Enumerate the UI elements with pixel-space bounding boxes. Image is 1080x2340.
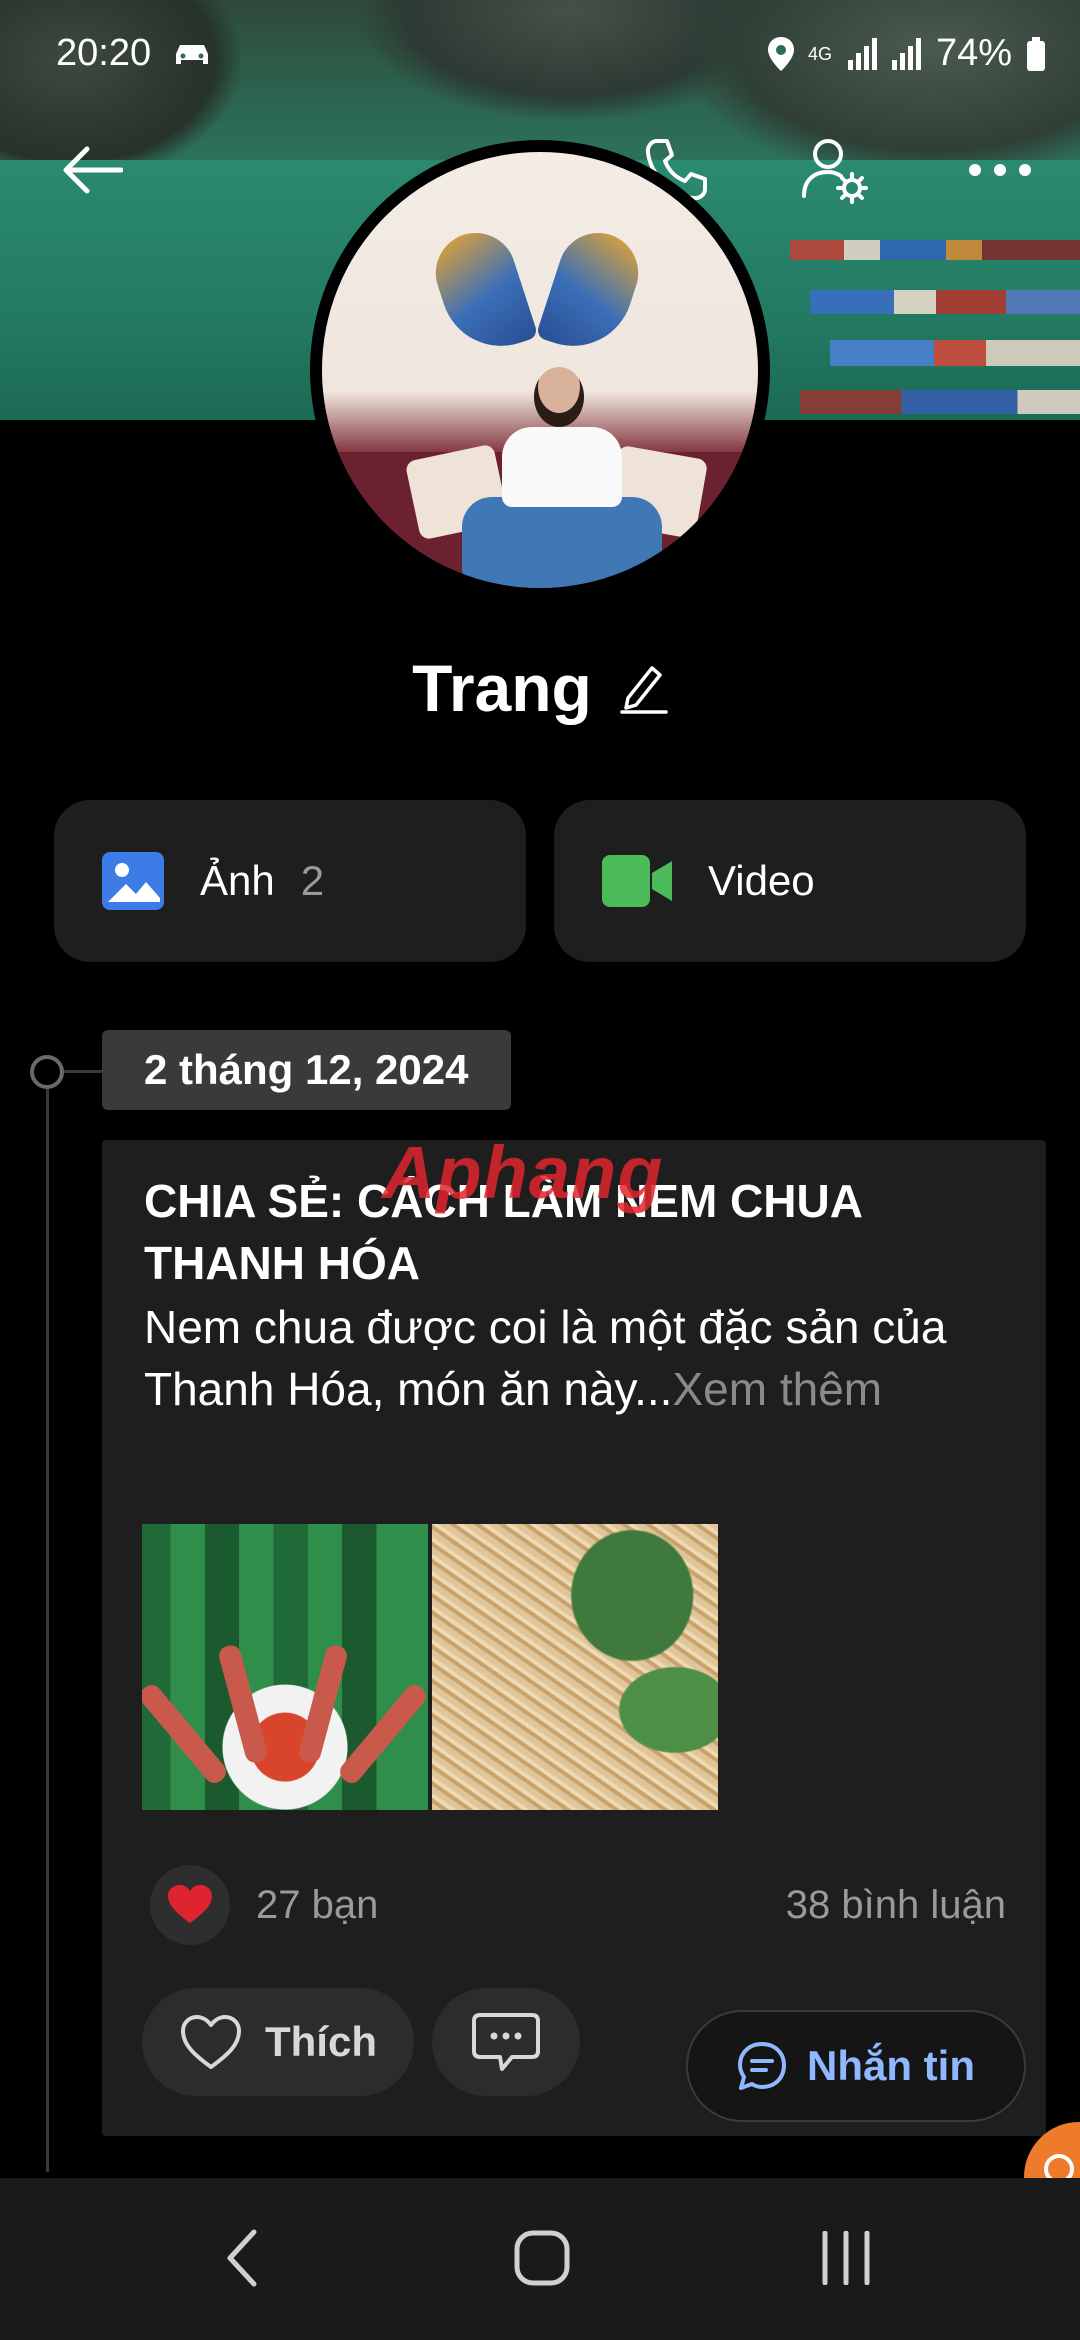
heart-outline-icon [181,2015,241,2069]
timeline-connector [64,1070,104,1073]
timeline-date: 2 tháng 12, 2024 [102,1030,511,1110]
post-card[interactable]: CHIA SẺ: CÁCH LÀM NEM CHUA THANH HÓA Aph… [102,1131,1046,2136]
photos-button[interactable]: Ảnh 2 [54,800,526,962]
nav-back-button[interactable] [192,2218,292,2298]
post-image-1[interactable] [142,1524,428,1810]
back-arrow-icon [63,146,123,194]
photo-icon [102,852,164,910]
chat-icon [738,2042,786,2090]
edit-name-icon[interactable] [620,662,668,714]
battery-percent: 74% [935,32,1012,74]
navigation-bar [0,2178,1080,2340]
status-bar: 20:20 4G 74% [0,0,1080,110]
message-label: Nhắn tin [807,2042,975,2089]
profile-name-row: Trang [0,650,1080,726]
signal-icon-2 [891,37,921,70]
reaction-row: 27 bạn 38 bình luận [150,1860,1006,1950]
timeline-line [46,1072,49,2172]
video-label: Video [708,857,815,904]
profile-settings-button[interactable] [796,130,876,210]
more-icon [969,164,1031,176]
car-icon [176,45,208,64]
comments-count[interactable]: 38 bình luận [786,1883,1006,1928]
post-image-2[interactable] [432,1524,718,1810]
message-button[interactable]: Nhắn tin [686,2010,1026,2122]
like-label: Thích [265,2018,377,2065]
nav-recents-icon [822,2231,870,2285]
nav-back-icon [227,2229,257,2287]
status-icons: 4G 74% [767,32,1046,75]
see-more-link[interactable]: Xem thêm [672,1363,882,1415]
video-icon [602,855,672,907]
location-icon [767,36,794,71]
status-time: 20:20 [56,32,152,74]
nav-home-icon [514,2230,570,2286]
post-body: Nem chua được coi là một đặc sản của Tha… [144,1296,1004,1420]
avatar-image [322,152,758,588]
profile-settings-icon [802,139,868,204]
timeline-dot [30,1055,64,1089]
video-button[interactable]: Video [554,800,1026,962]
battery-icon [1027,36,1045,71]
network-type: 4G [807,43,832,64]
heart-icon [168,1885,212,1923]
profile-avatar[interactable] [310,140,770,600]
nav-home-button[interactable] [492,2218,592,2298]
more-button[interactable] [960,130,1040,210]
reaction-badge[interactable] [150,1865,230,1945]
comment-icon [472,2013,540,2071]
photos-count: 2 [300,857,325,904]
signal-icon [847,37,877,70]
likes-count[interactable]: 27 bạn [256,1883,378,1928]
profile-name: Trang [412,651,592,725]
like-button[interactable]: Thích [142,1988,414,2096]
back-button[interactable] [52,130,132,210]
watermark-text: Aphang [382,1131,664,1214]
photos-label: Ảnh [200,857,275,904]
watermark: Aphang [382,1130,663,1215]
nav-recents-button[interactable] [796,2218,896,2298]
comment-button[interactable] [432,1988,580,2096]
